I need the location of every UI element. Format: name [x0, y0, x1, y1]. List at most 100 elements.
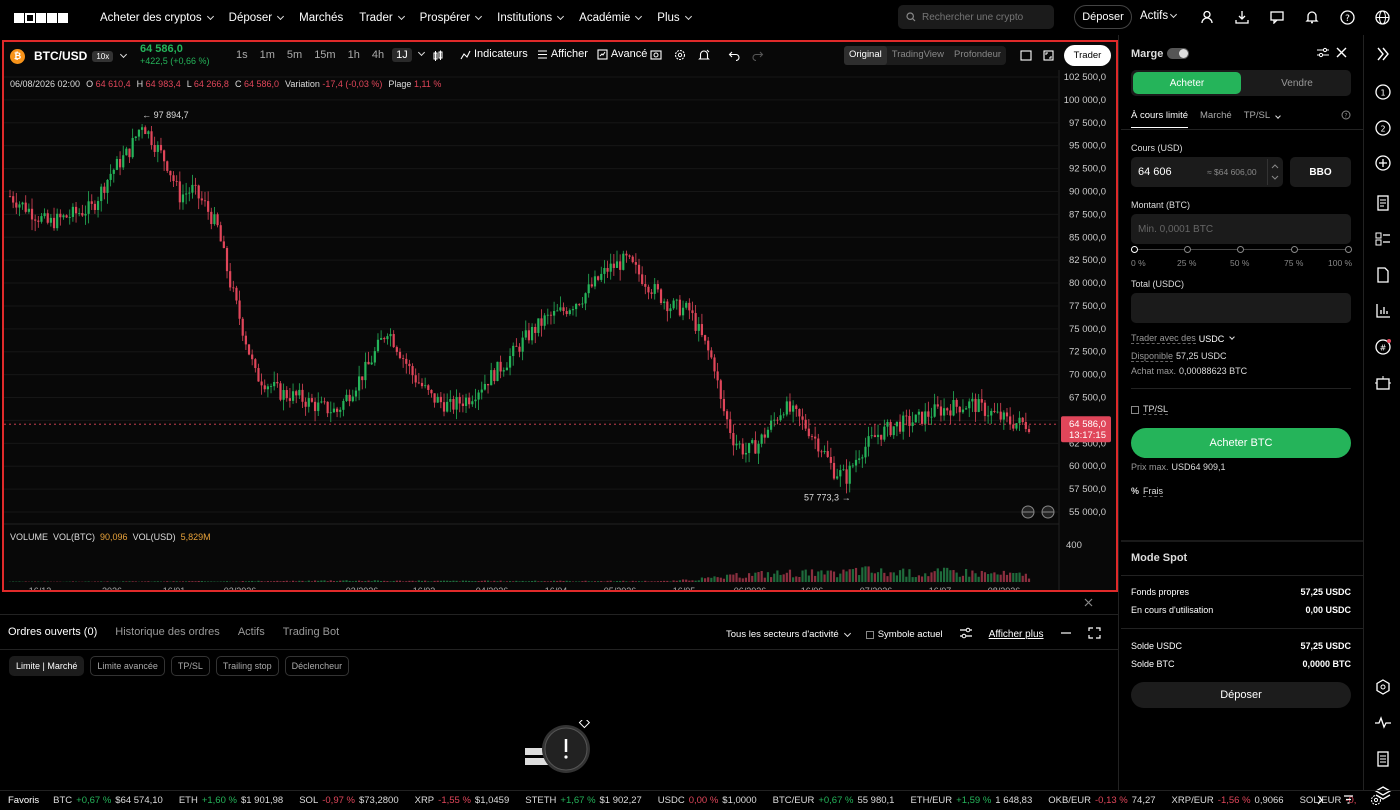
plus-circle-icon[interactable] — [1374, 154, 1392, 172]
nav-item-2[interactable]: Marchés — [299, 12, 343, 24]
margin-toggle[interactable] — [1167, 48, 1189, 59]
ticker-item[interactable]: STETH +1,67 % $1 902,27 — [525, 795, 642, 806]
order-chip-3[interactable]: Trailing stop — [215, 656, 279, 676]
slider-dot[interactable] — [1345, 246, 1352, 253]
nav-item-4[interactable]: Prospérer — [420, 12, 483, 24]
hash-icon[interactable]: # — [1374, 338, 1392, 356]
order-type-tab-2[interactable]: TP/SL — [1244, 110, 1281, 128]
fullscreen-icon[interactable] — [1043, 50, 1054, 64]
interval-5m[interactable]: 5m — [283, 48, 306, 62]
bar-chart-icon[interactable] — [1374, 302, 1392, 320]
trade-with-row[interactable]: Trader avec des USDC — [1131, 333, 1236, 344]
pulse-icon[interactable] — [1374, 713, 1392, 731]
nav-item-1[interactable]: Déposer — [229, 12, 285, 24]
buy-btc-button[interactable]: Acheter BTC — [1131, 428, 1351, 458]
ticker-item[interactable]: BTC/EUR +0,67 % 55 980,1 — [773, 795, 895, 806]
bbo-button[interactable]: BBO — [1290, 157, 1351, 187]
assets-menu[interactable]: Actifs — [1140, 10, 1178, 22]
globe-icon[interactable] — [1041, 505, 1055, 519]
close-panel-icon[interactable] — [1084, 598, 1093, 610]
price-input[interactable]: 64 606 ≈ $64 606,00 — [1131, 157, 1283, 187]
two-icon[interactable]: 2 — [1374, 119, 1392, 137]
file-icon[interactable] — [1374, 266, 1392, 284]
grid-icon[interactable] — [1374, 230, 1392, 248]
ticker-item[interactable]: OKB/EUR -0,13 % 74,27 — [1048, 795, 1155, 806]
amount-input[interactable]: Min. 0,0001 BTC — [1131, 214, 1351, 244]
order-type-tab-1[interactable]: Marché — [1200, 110, 1232, 128]
collapse-icon[interactable] — [1374, 45, 1392, 63]
search-box[interactable] — [898, 5, 1054, 29]
sliders-icon[interactable] — [1317, 47, 1329, 61]
slider-dot[interactable] — [1291, 246, 1298, 253]
view-tab-2[interactable]: Profondeur — [949, 46, 1006, 65]
interval-1J[interactable]: 1J — [392, 48, 412, 62]
ticker-item[interactable]: SOL -0,97 % $73,2800 — [299, 795, 398, 806]
slider-dot[interactable] — [1237, 246, 1244, 253]
info-icon[interactable]: ? — [1341, 110, 1351, 123]
price-stepper[interactable] — [1267, 159, 1281, 185]
user-icon[interactable] — [1198, 8, 1216, 26]
view-tab-1[interactable]: TradingView — [887, 46, 949, 65]
download-icon[interactable] — [1233, 8, 1251, 26]
slider-dot[interactable] — [1131, 246, 1138, 253]
hexagon-icon[interactable] — [1374, 678, 1392, 696]
tool-0[interactable]: Indicateurs — [460, 48, 528, 60]
close-icon[interactable] — [1336, 47, 1347, 61]
interval-1h[interactable]: 1h — [344, 48, 364, 62]
chevron-right-icon[interactable] — [1316, 795, 1324, 808]
ticker-item[interactable]: ETH/EUR +1,59 % 1 648,83 — [910, 795, 1032, 806]
globe-icon[interactable] — [1021, 505, 1035, 519]
filter-sliders-icon[interactable] — [959, 627, 973, 642]
nav-item-5[interactable]: Institutions — [497, 12, 565, 24]
checkbox-icon[interactable] — [865, 630, 874, 639]
pair-chevron-icon[interactable] — [120, 50, 128, 59]
pair-selector[interactable]: BTC/USD — [34, 49, 87, 63]
nav-item-6[interactable]: Académie — [579, 12, 643, 24]
sell-tab[interactable]: Vendre — [1243, 70, 1351, 96]
notes-icon[interactable] — [1374, 750, 1392, 768]
one-icon[interactable]: 1 — [1374, 83, 1392, 101]
ticker-item[interactable]: ETH +1,60 % $1 901,98 — [179, 795, 283, 806]
bot-icon[interactable] — [1374, 374, 1392, 392]
nav-item-3[interactable]: Trader — [359, 12, 405, 24]
gear-icon[interactable] — [1370, 794, 1382, 809]
orders-tab-3[interactable]: Trading Bot — [283, 626, 339, 638]
deposit-button[interactable]: Déposer — [1074, 5, 1132, 29]
nav-item-0[interactable]: Acheter des cryptos — [100, 12, 214, 24]
sector-filter[interactable]: Tous les secteurs d'activité — [726, 629, 851, 640]
ticker-item[interactable]: BTC +0,67 % $64 574,10 — [53, 795, 163, 806]
show-more-link[interactable]: Afficher plus — [989, 629, 1044, 640]
candle-type-icon[interactable] — [432, 50, 444, 65]
candlestick-chart[interactable]: 102 500,0 100 000,0 97 500,0 95 000,0 92 500… — [4, 70, 1116, 590]
expand-icon[interactable] — [1087, 627, 1101, 642]
orders-tab-0[interactable]: Ordres ouverts (0) — [8, 626, 97, 638]
buy-tab[interactable]: Acheter — [1133, 72, 1241, 94]
amount-slider[interactable] — [1131, 246, 1352, 253]
ticker-item[interactable]: USDC 0,00 % $1,0000 — [658, 795, 757, 806]
ticker-item[interactable]: XRP/EUR -1,56 % 0,9066 — [1172, 795, 1284, 806]
trader-button[interactable]: Trader — [1064, 45, 1111, 66]
interval-1m[interactable]: 1m — [256, 48, 279, 62]
view-tab-0[interactable]: Original — [844, 46, 887, 65]
tool-1[interactable]: Afficher — [537, 48, 588, 60]
layout-icon[interactable] — [1020, 50, 1032, 64]
tool-2[interactable]: Avancé — [597, 48, 647, 60]
slider-dot[interactable] — [1184, 246, 1191, 253]
order-chip-4[interactable]: Déclencheur — [284, 656, 350, 676]
redo-icon[interactable] — [752, 49, 764, 64]
checkbox-icon[interactable] — [1131, 405, 1139, 414]
bell-icon[interactable] — [1303, 8, 1321, 26]
globe-icon[interactable] — [1373, 8, 1391, 26]
fees-link[interactable]: % Frais — [1131, 486, 1164, 497]
orders-tab-2[interactable]: Actifs — [238, 626, 265, 638]
alert-bell-icon[interactable] — [698, 49, 710, 64]
minimize-icon[interactable] — [1060, 628, 1072, 641]
total-input[interactable] — [1131, 293, 1351, 323]
settings-gear-icon[interactable] — [674, 49, 686, 64]
interval-4h[interactable]: 4h — [368, 48, 388, 62]
orders-tab-1[interactable]: Historique des ordres — [115, 626, 220, 638]
current-symbol-toggle[interactable]: Symbole actuel — [865, 629, 943, 640]
search-input[interactable] — [922, 11, 1047, 23]
okx-logo[interactable] — [14, 12, 76, 23]
tpsl-toggle[interactable]: TP/SL — [1131, 404, 1169, 415]
